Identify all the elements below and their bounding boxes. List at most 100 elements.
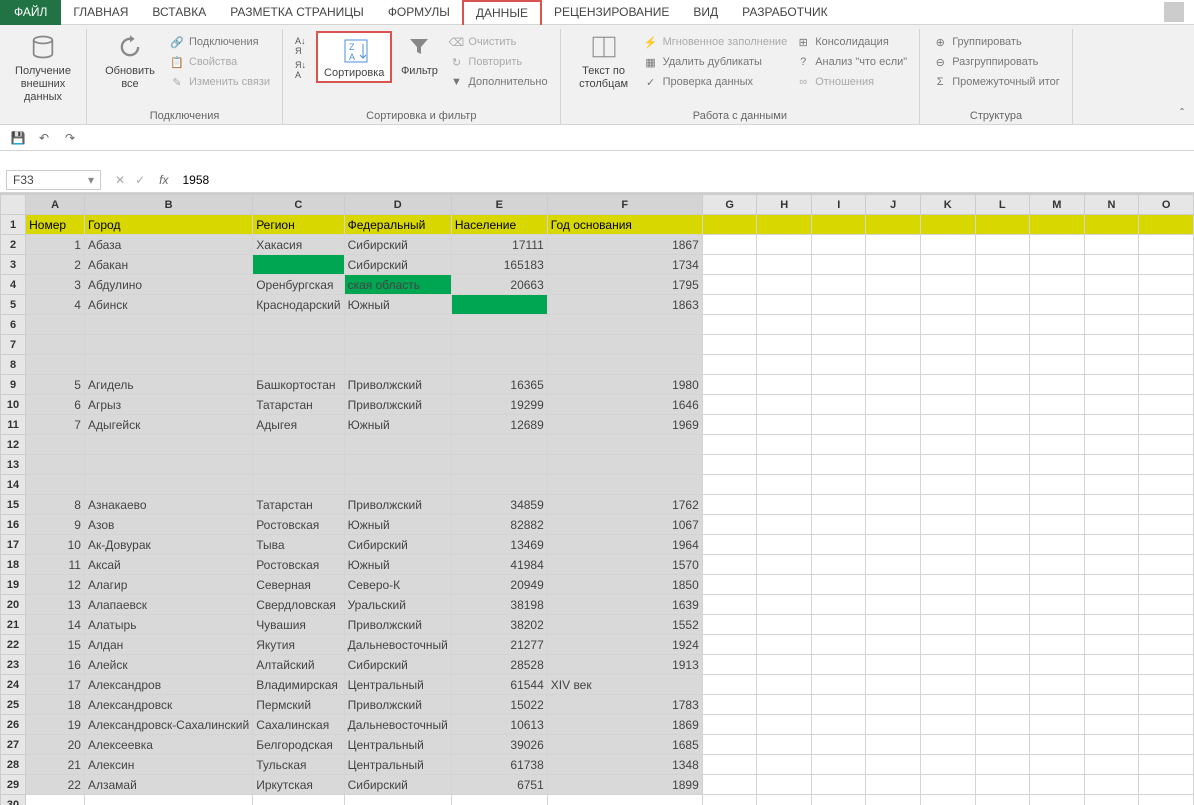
cell-G16[interactable] xyxy=(702,515,757,535)
cell-J16[interactable] xyxy=(866,515,920,535)
col-header-C[interactable]: C xyxy=(253,195,344,215)
cell-E10[interactable]: 19299 xyxy=(451,395,547,415)
cell-I9[interactable] xyxy=(812,375,866,395)
cell-D7[interactable] xyxy=(344,335,451,355)
cell-C9[interactable]: Башкортостан xyxy=(253,375,344,395)
cell-O7[interactable] xyxy=(1139,335,1194,355)
cell-F28[interactable]: 1348 xyxy=(547,755,702,775)
cell-G23[interactable] xyxy=(702,655,757,675)
cell-L13[interactable] xyxy=(975,455,1030,475)
cell-G5[interactable] xyxy=(702,295,757,315)
cell-M23[interactable] xyxy=(1030,655,1085,675)
cell-N28[interactable] xyxy=(1084,755,1139,775)
cell-K14[interactable] xyxy=(920,475,975,495)
cell-C2[interactable]: Хакасия xyxy=(253,235,344,255)
cell-G27[interactable] xyxy=(702,735,757,755)
cancel-formula-button[interactable]: ✕ xyxy=(115,173,125,187)
cell-O13[interactable] xyxy=(1139,455,1194,475)
cell-K3[interactable] xyxy=(920,255,975,275)
remove-duplicates-button[interactable]: ▦Удалить дубликаты xyxy=(639,53,792,71)
col-header-O[interactable]: O xyxy=(1139,195,1194,215)
cell-M13[interactable] xyxy=(1030,455,1085,475)
cell-J4[interactable] xyxy=(866,275,920,295)
cell-D5[interactable]: Южный xyxy=(344,295,451,315)
cell-M5[interactable] xyxy=(1030,295,1085,315)
cell-G29[interactable] xyxy=(702,775,757,795)
cell-L15[interactable] xyxy=(975,495,1030,515)
cell-E20[interactable]: 38198 xyxy=(451,595,547,615)
cell-B5[interactable]: Абинск xyxy=(84,295,252,315)
row-header-12[interactable]: 12 xyxy=(1,435,26,455)
cell-G7[interactable] xyxy=(702,335,757,355)
cell-N27[interactable] xyxy=(1084,735,1139,755)
cell-H17[interactable] xyxy=(757,535,812,555)
cell-M11[interactable] xyxy=(1030,415,1085,435)
cell-E2[interactable]: 17111 xyxy=(451,235,547,255)
cell-I29[interactable] xyxy=(812,775,866,795)
cell-K24[interactable] xyxy=(920,675,975,695)
data-validation-button[interactable]: ✓Проверка данных xyxy=(639,73,792,91)
cell-M7[interactable] xyxy=(1030,335,1085,355)
cell-E4[interactable]: 20663 xyxy=(451,275,547,295)
row-header-8[interactable]: 8 xyxy=(1,355,26,375)
cell-M17[interactable] xyxy=(1030,535,1085,555)
fx-icon[interactable]: fx xyxy=(159,173,168,187)
col-header-K[interactable]: K xyxy=(920,195,975,215)
cell-F30[interactable] xyxy=(547,795,702,805)
cell-J27[interactable] xyxy=(866,735,920,755)
cell-A10[interactable]: 6 xyxy=(26,395,85,415)
cell-N4[interactable] xyxy=(1084,275,1139,295)
col-header-B[interactable]: B xyxy=(84,195,252,215)
cell-E3[interactable]: 165183 xyxy=(451,255,547,275)
cell-E23[interactable]: 28528 xyxy=(451,655,547,675)
cell-J15[interactable] xyxy=(866,495,920,515)
cell-F25[interactable]: 1783 xyxy=(547,695,702,715)
cell-K11[interactable] xyxy=(920,415,975,435)
cell-B28[interactable]: Алексин xyxy=(84,755,252,775)
cell-M27[interactable] xyxy=(1030,735,1085,755)
cell-C11[interactable]: Адыгея xyxy=(253,415,344,435)
cell-F5[interactable]: 1863 xyxy=(547,295,702,315)
cell-L12[interactable] xyxy=(975,435,1030,455)
cell-C30[interactable] xyxy=(253,795,344,805)
cell-L4[interactable] xyxy=(975,275,1030,295)
cell-L8[interactable] xyxy=(975,355,1030,375)
cell-J29[interactable] xyxy=(866,775,920,795)
cell-K2[interactable] xyxy=(920,235,975,255)
cell-F11[interactable]: 1969 xyxy=(547,415,702,435)
cell-C22[interactable]: Якутия xyxy=(253,635,344,655)
cell-G24[interactable] xyxy=(702,675,757,695)
cell-O19[interactable] xyxy=(1139,575,1194,595)
cell-A2[interactable]: 1 xyxy=(26,235,85,255)
cell-H7[interactable] xyxy=(757,335,812,355)
cell-G25[interactable] xyxy=(702,695,757,715)
sort-button[interactable]: ZA Сортировка xyxy=(316,31,392,83)
cell-B30[interactable] xyxy=(84,795,252,805)
cell-F18[interactable]: 1570 xyxy=(547,555,702,575)
cell-H19[interactable] xyxy=(757,575,812,595)
cell-K17[interactable] xyxy=(920,535,975,555)
cell-E26[interactable]: 10613 xyxy=(451,715,547,735)
cell-B3[interactable]: Абакан xyxy=(84,255,252,275)
cell-G6[interactable] xyxy=(702,315,757,335)
cell-E5[interactable] xyxy=(451,295,547,315)
cell-F10[interactable]: 1646 xyxy=(547,395,702,415)
cell-I8[interactable] xyxy=(812,355,866,375)
sort-asc-button[interactable]: A↓Я xyxy=(291,35,310,57)
connections-button[interactable]: 🔗Подключения xyxy=(165,33,274,51)
cell-N16[interactable] xyxy=(1084,515,1139,535)
cell-D26[interactable]: Дальневосточный xyxy=(344,715,451,735)
cell-B29[interactable]: Алзамай xyxy=(84,775,252,795)
cell-A4[interactable]: 3 xyxy=(26,275,85,295)
cell-M22[interactable] xyxy=(1030,635,1085,655)
flash-fill-button[interactable]: ⚡Мгновенное заполнение xyxy=(639,33,792,51)
cell-L24[interactable] xyxy=(975,675,1030,695)
cell-H3[interactable] xyxy=(757,255,812,275)
cell-M9[interactable] xyxy=(1030,375,1085,395)
col-header-M[interactable]: M xyxy=(1030,195,1085,215)
cell-N17[interactable] xyxy=(1084,535,1139,555)
cell-A9[interactable]: 5 xyxy=(26,375,85,395)
cell-H22[interactable] xyxy=(757,635,812,655)
cell-G13[interactable] xyxy=(702,455,757,475)
cell-B19[interactable]: Алагир xyxy=(84,575,252,595)
